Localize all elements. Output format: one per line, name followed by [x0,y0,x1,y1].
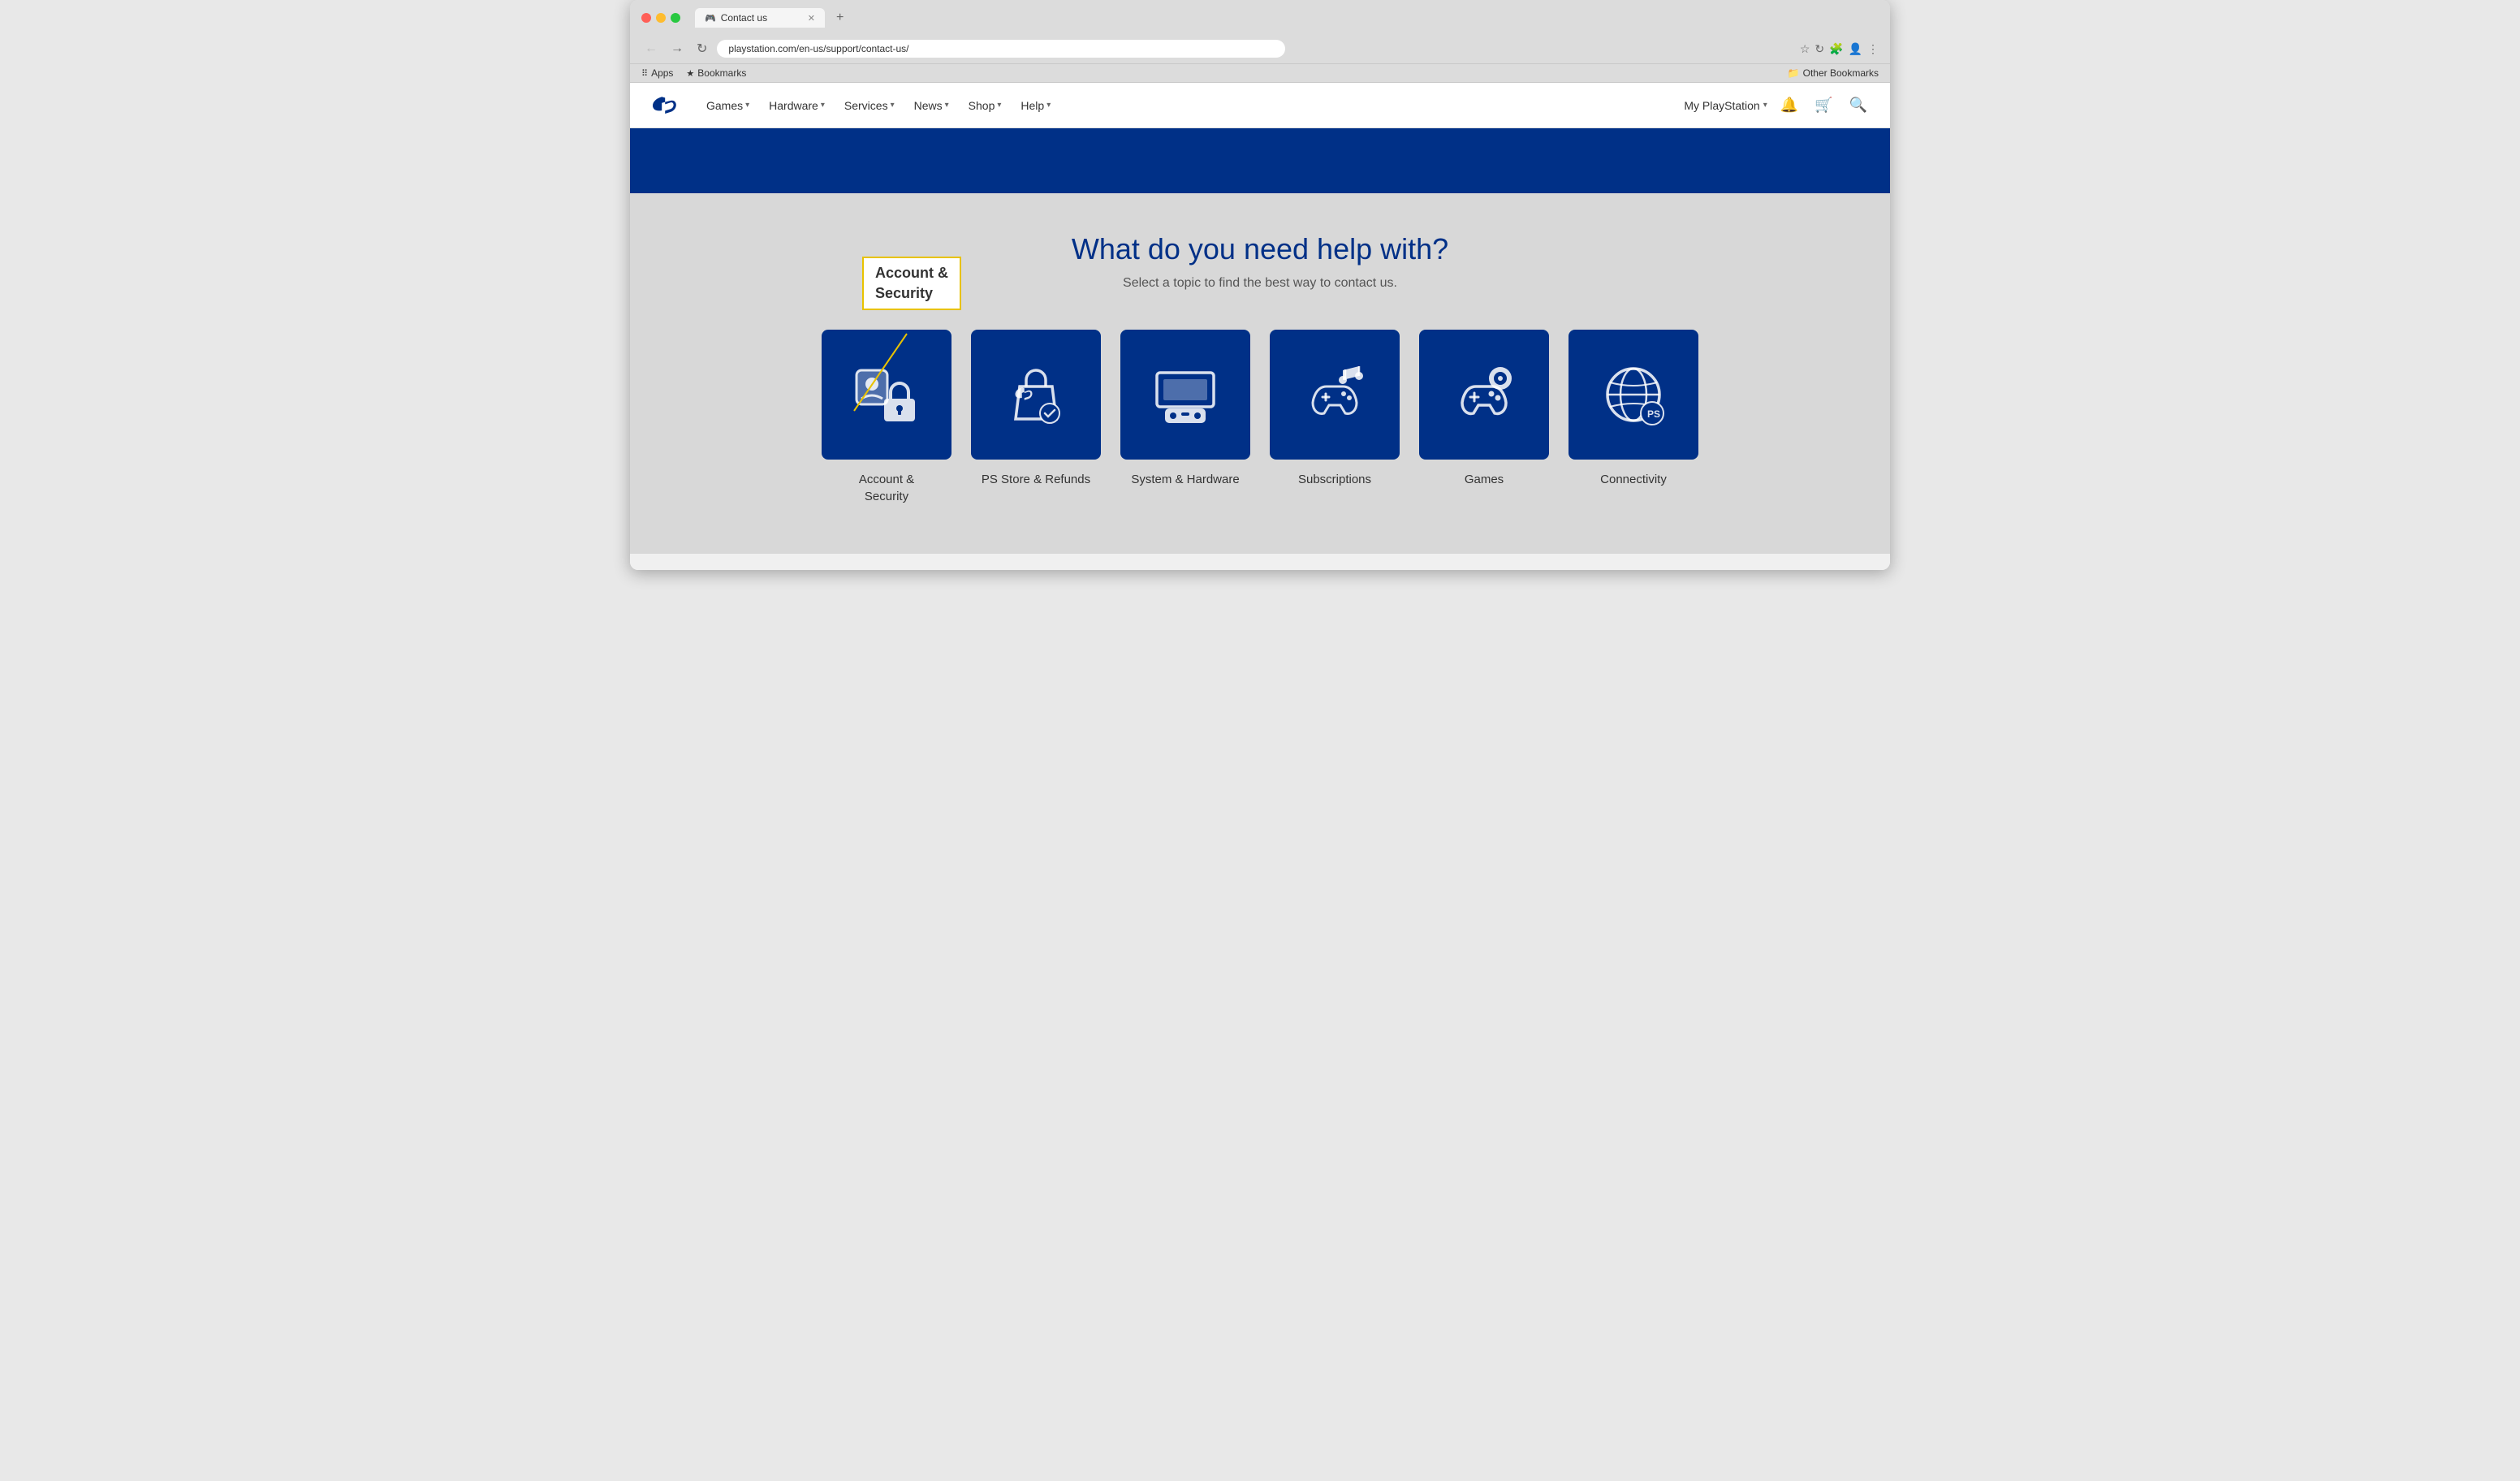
nav-help-label: Help [1021,99,1044,112]
nav-shop-label: Shop [969,99,995,112]
tab-close-icon[interactable]: ✕ [808,13,815,24]
nav-items: Games ▾ Hardware ▾ Services ▾ News ▾ Sho… [698,93,1684,119]
address-right-icons: ☆ ↻ 🧩 👤 ⋮ [1800,42,1879,56]
nav-item-help[interactable]: Help ▾ [1012,93,1059,119]
maximize-button[interactable] [671,13,680,23]
nav-right: My PlayStation ▾ 🔔 🛒 🔍 [1684,93,1871,117]
system-hardware-label: System & Hardware [1131,471,1239,488]
topic-card-account[interactable]: Account & Security [822,330,951,505]
ps-store-icon-box [971,330,1101,460]
annotation-line1: Account & [875,265,948,281]
nav-item-hardware[interactable]: Hardware ▾ [761,93,833,119]
news-chevron-icon: ▾ [945,101,949,110]
other-bookmarks[interactable]: 📁 Other Bookmarks [1788,67,1879,79]
topic-card-games[interactable]: Games [1419,330,1549,505]
extensions-icon[interactable]: 🧩 [1829,42,1843,56]
subscriptions-icon-box [1270,330,1400,460]
connectivity-label: Connectivity [1600,471,1667,488]
nav-item-games[interactable]: Games ▾ [698,93,757,119]
search-button[interactable]: 🔍 [1846,93,1871,117]
svg-text:PS: PS [1647,408,1660,420]
menu-icon[interactable]: ⋮ [1867,42,1879,56]
topics-grid: Account & Security [662,330,1858,505]
system-hardware-icon-box [1120,330,1250,460]
tab-bar: 🎮 Contact us ✕ + [695,8,1879,28]
star-icon: ★ [686,68,694,79]
my-playstation-label: My PlayStation [1684,99,1759,112]
apps-grid-icon: ⠿ [641,68,648,79]
blue-banner [630,128,1890,193]
address-input[interactable] [717,40,1285,58]
hardware-chevron-icon: ▾ [821,101,825,110]
bookmark-star-icon[interactable]: ☆ [1800,42,1810,56]
subscriptions-label: Subscriptions [1298,471,1371,488]
browser-titlebar: 🎮 Contact us ✕ + [630,0,1890,34]
site-content: Games ▾ Hardware ▾ Services ▾ News ▾ Sho… [630,83,1890,570]
tab-favicon-icon: 🎮 [705,13,716,24]
nav-news-label: News [914,99,943,112]
other-bookmarks-label: Other Bookmarks [1803,67,1879,79]
games-chevron-icon: ▾ [745,101,749,110]
topic-card-connectivity[interactable]: PS Connectivity [1569,330,1698,505]
site-nav: Games ▾ Hardware ▾ Services ▾ News ▾ Sho… [630,83,1890,128]
profile-icon[interactable]: 👤 [1849,42,1862,56]
active-tab[interactable]: 🎮 Contact us ✕ [695,8,825,28]
topic-card-subscriptions[interactable]: Subscriptions [1270,330,1400,505]
tab-title: Contact us [721,12,767,24]
reload-button[interactable]: ↻ [693,39,710,58]
nav-hardware-label: Hardware [769,99,818,112]
traffic-lights [641,13,680,23]
nav-item-shop[interactable]: Shop ▾ [960,93,1010,119]
page-title: What do you need help with? [662,232,1858,266]
topic-card-ps-store[interactable]: PS Store & Refunds [971,330,1101,505]
nav-item-news[interactable]: News ▾ [906,93,957,119]
refresh-icon[interactable]: ↻ [1814,42,1824,56]
connectivity-icon-box: PS [1569,330,1698,460]
my-playstation-chevron-icon: ▾ [1763,101,1767,110]
games-icon-box [1419,330,1549,460]
bookmarks-bar-bookmarks[interactable]: ★ Bookmarks [686,67,746,79]
annotation-box: Account & Security [862,257,961,310]
bookmarks-bar: ⠿ Apps ★ Bookmarks 📁 Other Bookmarks [630,64,1890,83]
page-subtitle: Select a topic to find the best way to c… [662,276,1858,291]
browser-window: 🎮 Contact us ✕ + ← → ↻ ☆ ↻ 🧩 👤 ⋮ ⠿ Apps … [630,0,1890,570]
my-playstation-button[interactable]: My PlayStation ▾ [1684,99,1767,112]
forward-button[interactable]: → [667,40,687,58]
minimize-button[interactable] [656,13,666,23]
shop-chevron-icon: ▾ [997,101,1001,110]
notifications-button[interactable]: 🔔 [1777,93,1802,117]
cart-button[interactable]: 🛒 [1811,93,1836,117]
folder-icon: 📁 [1788,67,1800,79]
nav-games-label: Games [706,99,743,112]
playstation-logo[interactable] [649,89,682,122]
games-label: Games [1465,471,1504,488]
nav-item-services[interactable]: Services ▾ [836,93,903,119]
address-bar: ← → ↻ ☆ ↻ 🧩 👤 ⋮ [630,34,1890,64]
nav-services-label: Services [844,99,888,112]
main-content: What do you need help with? Select a top… [630,193,1890,554]
topic-card-system[interactable]: System & Hardware [1120,330,1250,505]
ps-store-label: PS Store & Refunds [982,471,1090,488]
annotation-line2: Security [875,285,933,301]
close-button[interactable] [641,13,651,23]
apps-label: Apps [651,67,673,79]
bookmarks-label: Bookmarks [697,67,746,79]
help-chevron-icon: ▾ [1046,101,1051,110]
services-chevron-icon: ▾ [891,101,895,110]
bookmarks-bar-apps[interactable]: ⠿ Apps [641,67,673,79]
account-security-label: Account &Security [859,471,914,505]
back-button[interactable]: ← [641,40,661,58]
new-tab-button[interactable]: + [831,9,848,27]
account-security-icon-box [822,330,951,460]
